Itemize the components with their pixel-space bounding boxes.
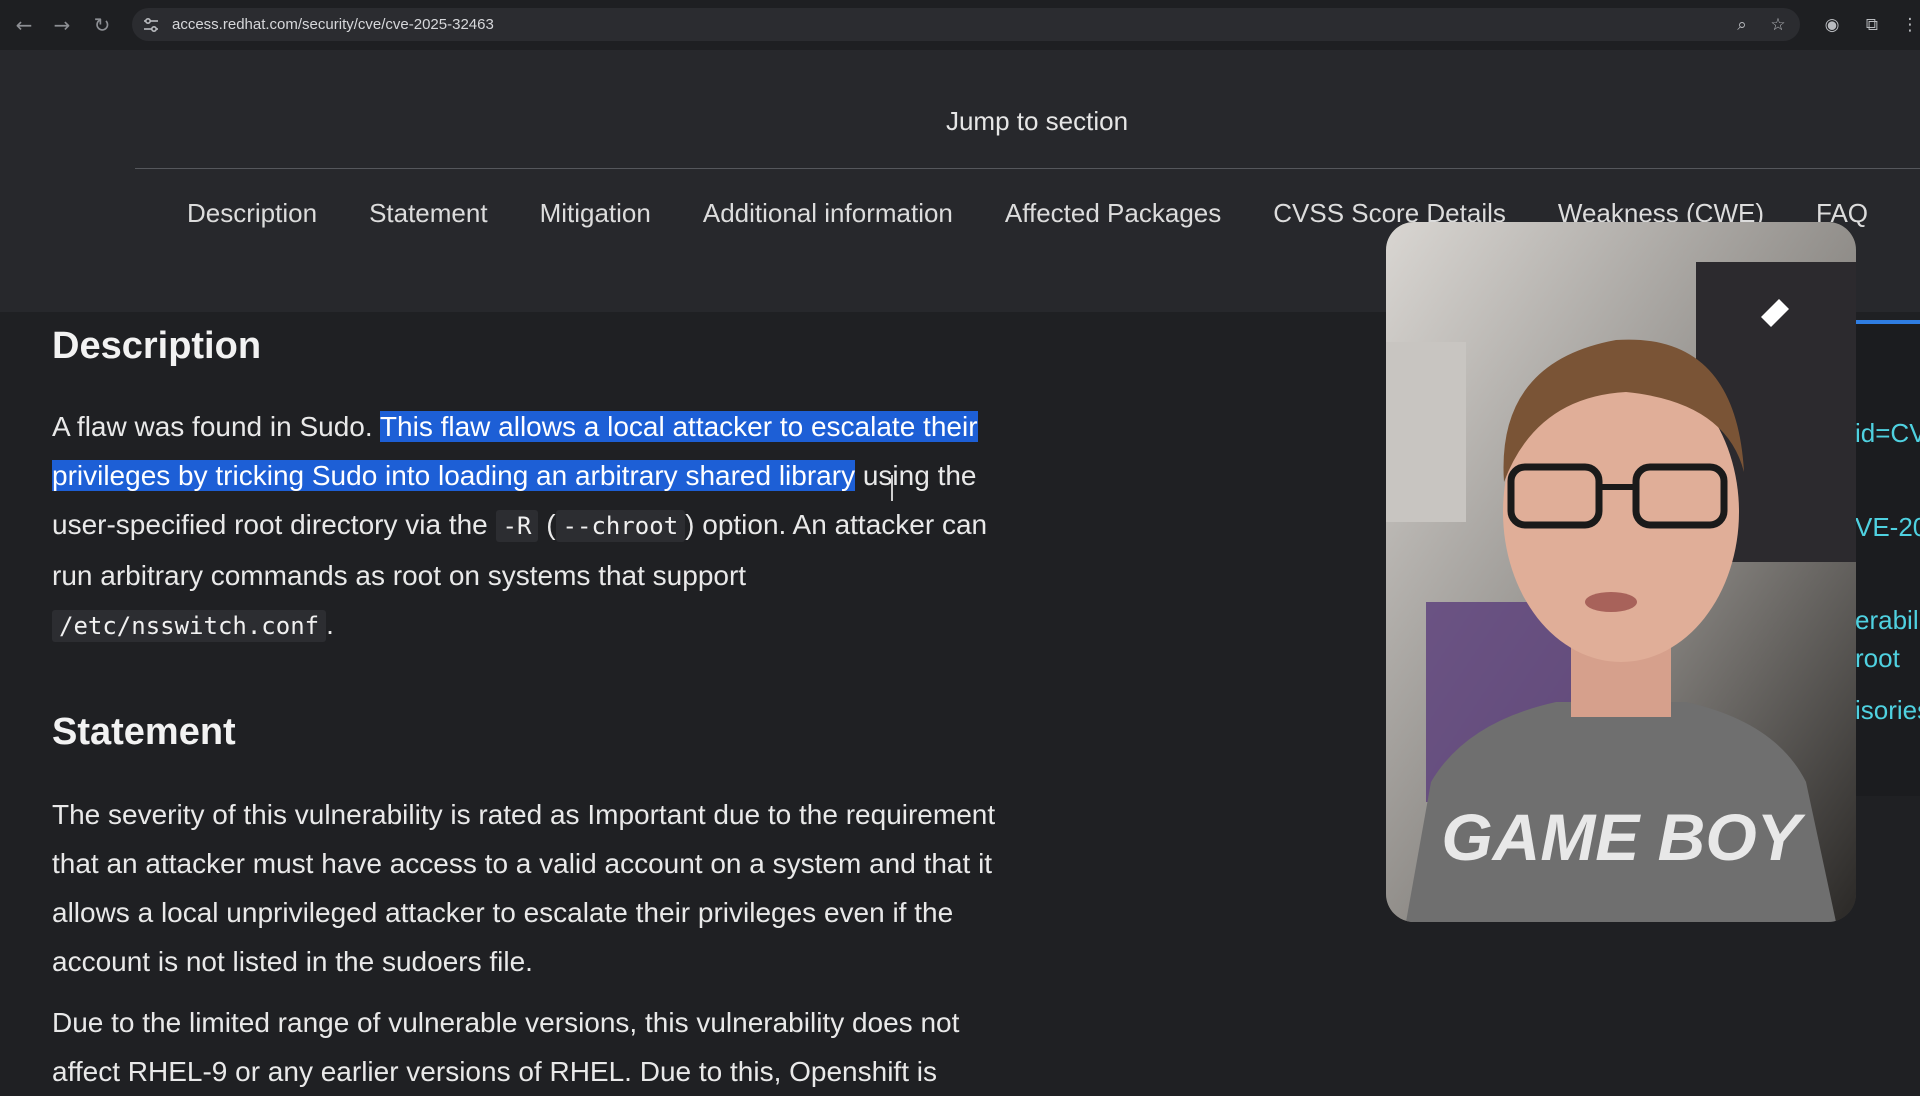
jump-link-additional-information[interactable]: Additional information xyxy=(703,198,953,229)
main-content: Description A flaw was found in Sudo. Th… xyxy=(52,325,1032,1096)
code-snippet: --chroot xyxy=(555,510,686,542)
reload-icon[interactable]: ↻ xyxy=(89,12,115,38)
sidebar-link-fragment[interactable]: isories xyxy=(1855,695,1920,726)
address-bar[interactable]: access.redhat.com/security/cve/cve-2025-… xyxy=(132,8,1800,41)
bookmark-star-icon[interactable]: ☆ xyxy=(1768,15,1788,35)
url-text[interactable]: access.redhat.com/security/cve/cve-2025-… xyxy=(172,16,494,33)
zoom-icon[interactable]: ⌕ xyxy=(1732,15,1752,35)
description-heading: Description xyxy=(52,325,262,367)
jump-link-mitigation[interactable]: Mitigation xyxy=(540,198,651,229)
description-text: . xyxy=(326,609,334,640)
description-text: A flaw was found in Sudo. xyxy=(52,411,380,442)
menu-icon[interactable]: ⋮ xyxy=(1898,13,1920,37)
sidebar-link-fragment[interactable]: erabili xyxy=(1855,605,1920,636)
sidebar-link-fragment[interactable]: VE-20 xyxy=(1855,512,1920,543)
webcam-overlay: GAME BOY xyxy=(1386,222,1856,922)
statement-heading: Statement xyxy=(52,711,236,753)
description-paragraph[interactable]: A flaw was found in Sudo. This flaw allo… xyxy=(52,402,1032,651)
extensions-icon[interactable]: ⧉ xyxy=(1860,13,1884,37)
shirt-logo: GAME BOY xyxy=(1441,800,1805,874)
sidebar-link-fragment[interactable]: root xyxy=(1855,643,1920,674)
jump-link-description[interactable]: Description xyxy=(187,198,317,229)
jump-divider xyxy=(135,168,1920,169)
presenter-video: GAME BOY xyxy=(1386,222,1856,922)
browser-toolbar: ← → ↻ access.redhat.com/security/cve/cve… xyxy=(0,0,1920,51)
jump-link-affected-packages[interactable]: Affected Packages xyxy=(1005,198,1221,229)
sidebar-accent-bar xyxy=(1854,320,1920,324)
statement-paragraph: The severity of this vulnerability is ra… xyxy=(52,799,996,977)
incognito-icon[interactable]: ◉ xyxy=(1820,13,1844,37)
text-cursor-icon xyxy=(891,475,893,501)
site-settings-icon[interactable] xyxy=(142,16,160,34)
code-snippet: /etc/nsswitch.conf xyxy=(52,610,327,642)
statement-paragraph: Due to the limited range of vulnerable v… xyxy=(52,1007,960,1087)
code-snippet: -R xyxy=(495,510,539,542)
sidebar-link-fragment[interactable]: id=CV xyxy=(1855,418,1920,449)
back-arrow-icon[interactable]: ← xyxy=(11,12,37,38)
jump-to-section-title: Jump to section xyxy=(945,106,1129,136)
description-text: ( xyxy=(538,509,556,540)
jump-link-statement[interactable]: Statement xyxy=(369,198,488,229)
forward-arrow-icon[interactable]: → xyxy=(49,12,75,38)
